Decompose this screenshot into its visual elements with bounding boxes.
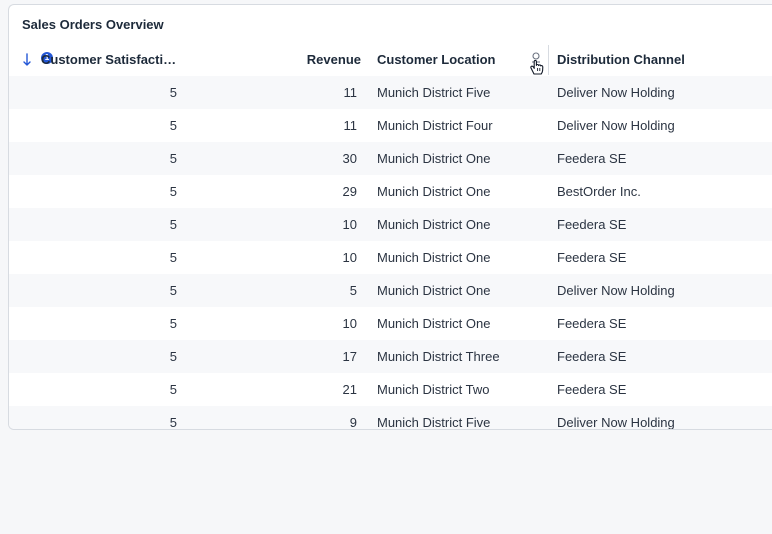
- hand-cursor-icon: [527, 52, 545, 76]
- cell-revenue: 10: [342, 250, 357, 265]
- cell-revenue: 9: [349, 415, 357, 430]
- cell-customer-location: Munich District Four: [377, 118, 493, 133]
- cell-customer-location: Munich District One: [377, 316, 491, 331]
- table-row[interactable]: 5 30 Munich District One Feedera SE: [9, 142, 772, 175]
- table-row[interactable]: 5 10 Munich District One Feedera SE: [9, 241, 772, 274]
- cell-revenue: 5: [349, 283, 357, 298]
- cell-customer-satisfaction: 5: [169, 415, 177, 430]
- cell-distribution-channel: Feedera SE: [557, 382, 627, 397]
- cell-customer-location: Munich District One: [377, 283, 491, 298]
- card-title: Sales Orders Overview: [22, 17, 164, 32]
- cell-customer-satisfaction: 5: [169, 217, 177, 232]
- cell-customer-satisfaction: 5: [169, 283, 177, 298]
- cell-revenue: 21: [342, 382, 357, 397]
- table-row[interactable]: 5 9 Munich District Five Deliver Now Hol…: [9, 406, 772, 430]
- cell-distribution-channel: Feedera SE: [557, 217, 627, 232]
- table-row[interactable]: 5 29 Munich District One BestOrder Inc.: [9, 175, 772, 208]
- table-body: 5 11 Munich District Five Deliver Now Ho…: [9, 76, 772, 430]
- cell-distribution-channel: Deliver Now Holding: [557, 118, 675, 133]
- cell-customer-location: Munich District Three: [377, 349, 500, 364]
- cell-distribution-channel: BestOrder Inc.: [557, 184, 641, 199]
- cell-customer-location: Munich District Two: [377, 382, 490, 397]
- cell-distribution-channel: Feedera SE: [557, 250, 627, 265]
- cell-revenue: 30: [342, 151, 357, 166]
- cell-revenue: 11: [343, 85, 358, 100]
- cell-revenue: 11: [343, 118, 358, 133]
- table-row[interactable]: 5 11 Munich District Four Deliver Now Ho…: [9, 109, 772, 142]
- cell-customer-satisfaction: 5: [169, 118, 177, 133]
- cell-customer-location: Munich District One: [377, 217, 491, 232]
- cell-customer-location: Munich District One: [377, 250, 491, 265]
- column-resize-handle[interactable]: [548, 45, 549, 75]
- table-row[interactable]: 5 21 Munich District Two Feedera SE: [9, 373, 772, 406]
- table-row[interactable]: 5 17 Munich District Three Feedera SE: [9, 340, 772, 373]
- table-row[interactable]: 5 5 Munich District One Deliver Now Hold…: [9, 274, 772, 307]
- cell-distribution-channel: Deliver Now Holding: [557, 85, 675, 100]
- cell-customer-satisfaction: 5: [169, 250, 177, 265]
- cell-customer-satisfaction: 5: [169, 85, 177, 100]
- cell-revenue: 10: [342, 316, 357, 331]
- table-row[interactable]: 5 10 Munich District One Feedera SE: [9, 307, 772, 340]
- cell-customer-satisfaction: 5: [169, 382, 177, 397]
- cell-customer-location: Munich District Five: [377, 415, 491, 430]
- cell-revenue: 29: [342, 184, 357, 199]
- column-header-customer-satisfaction[interactable]: Customer Satisfacti…: [41, 43, 183, 77]
- cell-customer-satisfaction: 5: [169, 349, 177, 364]
- sales-orders-card: Sales Orders Overview 1 Customer Satisfa…: [8, 4, 772, 430]
- cell-distribution-channel: Deliver Now Holding: [557, 283, 675, 298]
- cell-revenue: 17: [342, 349, 357, 364]
- table-row[interactable]: 5 11 Munich District Five Deliver Now Ho…: [9, 76, 772, 109]
- cell-distribution-channel: Feedera SE: [557, 349, 627, 364]
- sort-descending-icon[interactable]: 1: [21, 49, 53, 71]
- column-header-distribution-channel[interactable]: Distribution Channel: [557, 43, 757, 77]
- cell-distribution-channel: Feedera SE: [557, 316, 627, 331]
- table-row[interactable]: 5 10 Munich District One Feedera SE: [9, 208, 772, 241]
- cell-customer-location: Munich District One: [377, 151, 491, 166]
- cell-customer-location: Munich District One: [377, 184, 491, 199]
- cell-revenue: 10: [342, 217, 357, 232]
- column-header-revenue[interactable]: Revenue: [229, 43, 361, 77]
- cell-customer-satisfaction: 5: [169, 151, 177, 166]
- column-header-customer-location[interactable]: Customer Location: [377, 43, 517, 77]
- table-header: 1 Customer Satisfacti… Revenue Customer …: [9, 43, 772, 77]
- cell-distribution-channel: Feedera SE: [557, 151, 627, 166]
- cell-customer-satisfaction: 5: [169, 316, 177, 331]
- cell-customer-location: Munich District Five: [377, 85, 491, 100]
- cell-customer-satisfaction: 5: [169, 184, 177, 199]
- cell-distribution-channel: Deliver Now Holding: [557, 415, 675, 430]
